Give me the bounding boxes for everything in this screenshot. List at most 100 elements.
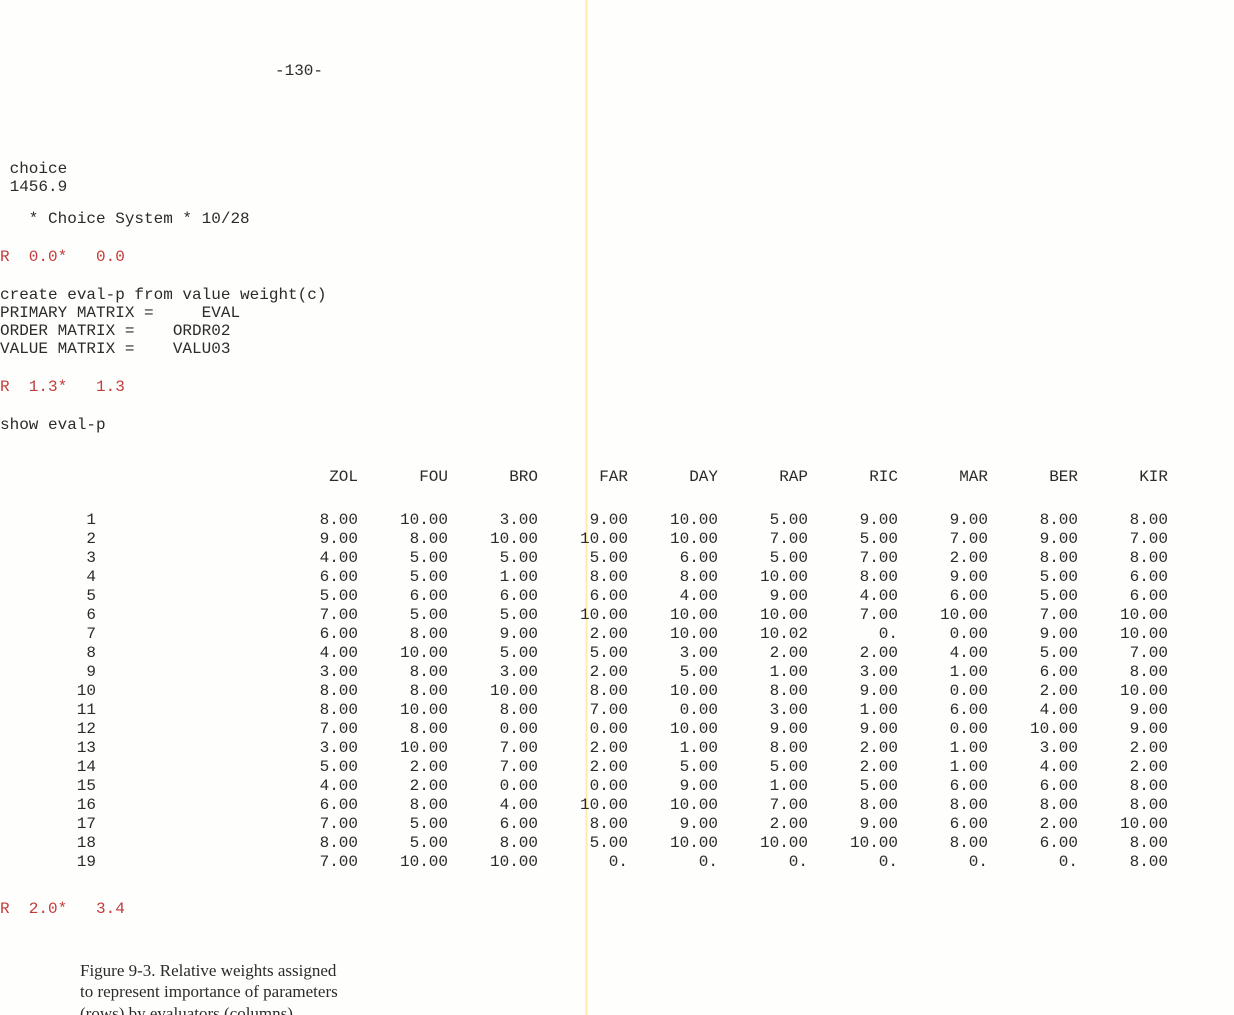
terminal-choice-line2: 1456.9 bbox=[0, 178, 67, 196]
table-row: 108.008.0010.008.0010.008.009.000.002.00… bbox=[58, 682, 1176, 701]
table-row: 166.008.004.0010.0010.007.008.008.008.00… bbox=[58, 796, 1176, 815]
table-cell: 8.00 bbox=[366, 720, 456, 739]
row-label: 16 bbox=[58, 796, 276, 815]
column-header: BER bbox=[996, 468, 1086, 511]
row-label: 4 bbox=[58, 568, 276, 587]
row-label: 19 bbox=[58, 853, 276, 872]
table-cell: 2.00 bbox=[726, 815, 816, 834]
caption-line3: (rows) by evaluators (columns). bbox=[80, 1004, 297, 1015]
table-cell: 5.00 bbox=[636, 663, 726, 682]
terminal-prompt-2: R 1.3* 1.3 bbox=[0, 378, 125, 396]
table-cell: 10.00 bbox=[636, 796, 726, 815]
table-cell: 8.00 bbox=[996, 511, 1086, 530]
table-cell: 8.00 bbox=[1086, 663, 1176, 682]
table-cell: 6.00 bbox=[276, 625, 366, 644]
table-cell: 6.00 bbox=[1086, 587, 1176, 606]
table-cell: 0. bbox=[996, 853, 1086, 872]
table-cell: 10.00 bbox=[816, 834, 906, 853]
page-number: -130- bbox=[275, 62, 323, 80]
table-cell: 0.00 bbox=[456, 777, 546, 796]
table-cell: 6.00 bbox=[546, 587, 636, 606]
table-cell: 5.00 bbox=[276, 758, 366, 777]
table-cell: 10.00 bbox=[366, 853, 456, 872]
table-cell: 7.00 bbox=[1086, 644, 1176, 663]
terminal-show-line: show eval-p bbox=[0, 416, 106, 434]
table-cell: 8.00 bbox=[1086, 796, 1176, 815]
table-cell: 8.00 bbox=[456, 701, 546, 720]
column-header: BRO bbox=[456, 468, 546, 511]
terminal-primary-matrix: PRIMARY MATRIX = EVAL bbox=[0, 304, 240, 322]
table-cell: 5.00 bbox=[816, 530, 906, 549]
table-cell: 2.00 bbox=[546, 663, 636, 682]
table-cell: 8.00 bbox=[1086, 853, 1176, 872]
table-row: 177.005.006.008.009.002.009.006.002.0010… bbox=[58, 815, 1176, 834]
table-cell: 8.00 bbox=[906, 796, 996, 815]
table-row: 18.0010.003.009.0010.005.009.009.008.008… bbox=[58, 511, 1176, 530]
row-label: 7 bbox=[58, 625, 276, 644]
table-cell: 2.00 bbox=[816, 739, 906, 758]
table-cell: 8.00 bbox=[276, 511, 366, 530]
table-cell: 9.00 bbox=[816, 511, 906, 530]
table-cell: 5.00 bbox=[456, 606, 546, 625]
table-cell: 0. bbox=[546, 853, 636, 872]
row-label: 2 bbox=[58, 530, 276, 549]
document-page: -130- choice 1456.9 * Choice System * 10… bbox=[0, 0, 1234, 1015]
table-cell: 7.00 bbox=[816, 606, 906, 625]
table-cell: 10.00 bbox=[636, 720, 726, 739]
table-cell: 5.00 bbox=[366, 568, 456, 587]
terminal-value-matrix: VALUE MATRIX = VALU03 bbox=[0, 340, 230, 358]
table-cell: 10.00 bbox=[636, 625, 726, 644]
table-cell: 0. bbox=[906, 853, 996, 872]
table-cell: 8.00 bbox=[366, 625, 456, 644]
table-cell: 4.00 bbox=[276, 644, 366, 663]
row-label: 13 bbox=[58, 739, 276, 758]
table-cell: 5.00 bbox=[366, 549, 456, 568]
table-cell: 8.00 bbox=[1086, 777, 1176, 796]
table-cell: 10.00 bbox=[456, 530, 546, 549]
figure-caption: Figure 9-3. Relative weights assigned to… bbox=[80, 960, 480, 1015]
table-row: 93.008.003.002.005.001.003.001.006.008.0… bbox=[58, 663, 1176, 682]
table-cell: 10.00 bbox=[456, 682, 546, 701]
table-row: 145.002.007.002.005.005.002.001.004.002.… bbox=[58, 758, 1176, 777]
table-cell: 10.00 bbox=[996, 720, 1086, 739]
table-cell: 10.00 bbox=[1086, 625, 1176, 644]
table-cell: 2.00 bbox=[816, 758, 906, 777]
terminal-create-line: create eval-p from value weight(c) bbox=[0, 286, 326, 304]
table-cell: 8.00 bbox=[1086, 834, 1176, 853]
column-header: RIC bbox=[816, 468, 906, 511]
table-cell: 6.00 bbox=[276, 796, 366, 815]
table-row: 127.008.000.000.0010.009.009.000.0010.00… bbox=[58, 720, 1176, 739]
table-cell: 0. bbox=[816, 625, 906, 644]
row-label: 14 bbox=[58, 758, 276, 777]
table-row: 76.008.009.002.0010.0010.020.0.009.0010.… bbox=[58, 625, 1176, 644]
table-cell: 2.00 bbox=[546, 625, 636, 644]
row-label: 11 bbox=[58, 701, 276, 720]
table-cell: 5.00 bbox=[726, 758, 816, 777]
table-cell: 0.00 bbox=[636, 701, 726, 720]
table-row: 118.0010.008.007.000.003.001.006.004.009… bbox=[58, 701, 1176, 720]
table-cell: 8.00 bbox=[366, 682, 456, 701]
table-cell: 3.00 bbox=[276, 663, 366, 682]
table-cell: 5.00 bbox=[996, 587, 1086, 606]
table-cell: 2.00 bbox=[366, 758, 456, 777]
table-cell: 10.00 bbox=[636, 606, 726, 625]
table-cell: 10.00 bbox=[546, 530, 636, 549]
table-cell: 10.00 bbox=[456, 853, 546, 872]
column-header: RAP bbox=[726, 468, 816, 511]
table-cell: 8.00 bbox=[276, 701, 366, 720]
table-cell: 6.00 bbox=[996, 834, 1086, 853]
caption-line1: Figure 9-3. Relative weights assigned bbox=[80, 961, 336, 980]
table-cell: 2.00 bbox=[906, 549, 996, 568]
table-cell: 3.00 bbox=[636, 644, 726, 663]
table-row: 34.005.005.005.006.005.007.002.008.008.0… bbox=[58, 549, 1176, 568]
table-cell: 2.00 bbox=[546, 758, 636, 777]
eval-p-table: ZOLFOUBROFARDAYRAPRICMARBERKIR 18.0010.0… bbox=[58, 468, 1176, 872]
column-header: DAY bbox=[636, 468, 726, 511]
row-label: 5 bbox=[58, 587, 276, 606]
table-cell: 6.00 bbox=[906, 815, 996, 834]
table-cell: 9.00 bbox=[456, 625, 546, 644]
table-cell: 5.00 bbox=[366, 834, 456, 853]
table-cell: 9.00 bbox=[996, 530, 1086, 549]
table-cell: 7.00 bbox=[726, 530, 816, 549]
table-cell: 5.00 bbox=[816, 777, 906, 796]
